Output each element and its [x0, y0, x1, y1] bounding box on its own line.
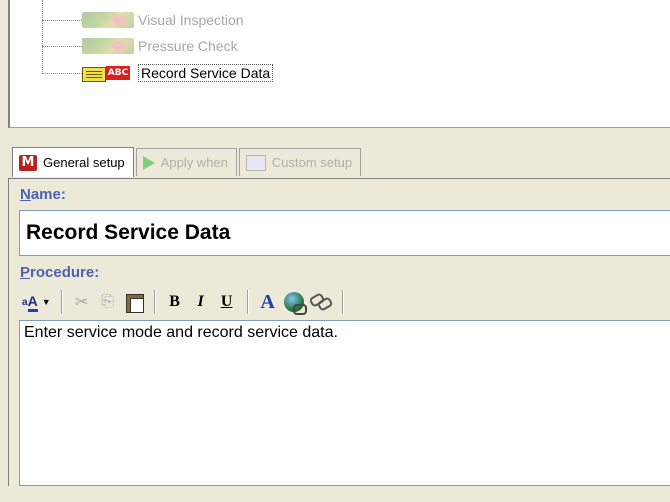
tree-item-label: Pressure Check	[138, 38, 238, 54]
tree-item-label: Visual Inspection	[138, 12, 244, 28]
name-label: Name:	[20, 186, 66, 203]
tab-apply-when[interactable]: Apply when	[135, 148, 237, 176]
image-step-icon	[82, 12, 134, 28]
tab-strip: M General setup Apply when Custom setup	[12, 147, 363, 178]
general-setup-icon: M	[19, 154, 37, 171]
tree-connector-branch	[42, 73, 82, 74]
copy-icon[interactable]: ⎘	[98, 290, 118, 314]
bold-button[interactable]: B	[165, 290, 185, 314]
toolbar-separator	[60, 290, 62, 314]
record-data-icon: ABC	[82, 65, 134, 82]
play-icon	[142, 155, 155, 170]
name-input[interactable]	[19, 210, 670, 256]
toolbar-separator	[341, 290, 343, 314]
paste-icon[interactable]	[124, 290, 144, 314]
toolbar-separator	[246, 290, 248, 314]
tab-general-setup[interactable]: M General setup	[12, 147, 134, 177]
tree-connector-line	[42, 0, 43, 74]
procedure-label: Procedure:	[20, 264, 100, 281]
tree-item-record-service-data[interactable]: ABC Record Service Data	[82, 62, 274, 84]
custom-setup-icon	[245, 154, 266, 171]
text-format-button[interactable]: a A ▼	[22, 290, 51, 314]
tree-connector-branch	[42, 46, 82, 47]
tab-label: General setup	[43, 155, 125, 170]
tree-item-pressure-check[interactable]: Pressure Check	[82, 35, 238, 57]
insert-link-icon[interactable]	[283, 290, 307, 315]
tree-connector-branch	[42, 20, 82, 21]
step-tree[interactable]: Visual Inspection Pressure Check ABC Rec…	[8, 0, 670, 128]
tab-custom-setup[interactable]: Custom setup	[238, 148, 362, 176]
underline-button[interactable]: U	[217, 290, 237, 314]
toolbar-separator	[153, 290, 155, 314]
italic-button[interactable]: I	[191, 290, 211, 314]
tree-item-label: Record Service Data	[138, 64, 274, 82]
image-step-icon	[82, 38, 134, 54]
procedure-editor[interactable]: Enter service mode and record service da…	[19, 320, 670, 486]
cut-icon[interactable]: ✂	[72, 290, 92, 314]
tree-item-visual-inspection[interactable]: Visual Inspection	[82, 9, 244, 31]
tab-label: Custom setup	[271, 155, 353, 170]
tab-label: Apply when	[160, 155, 228, 170]
procedure-toolbar: a A ▼ ✂ ⎘ B I U A	[22, 288, 353, 316]
remove-link-icon[interactable]	[310, 290, 332, 314]
font-color-button[interactable]: A	[258, 290, 278, 314]
bottom-strip	[8, 486, 670, 502]
